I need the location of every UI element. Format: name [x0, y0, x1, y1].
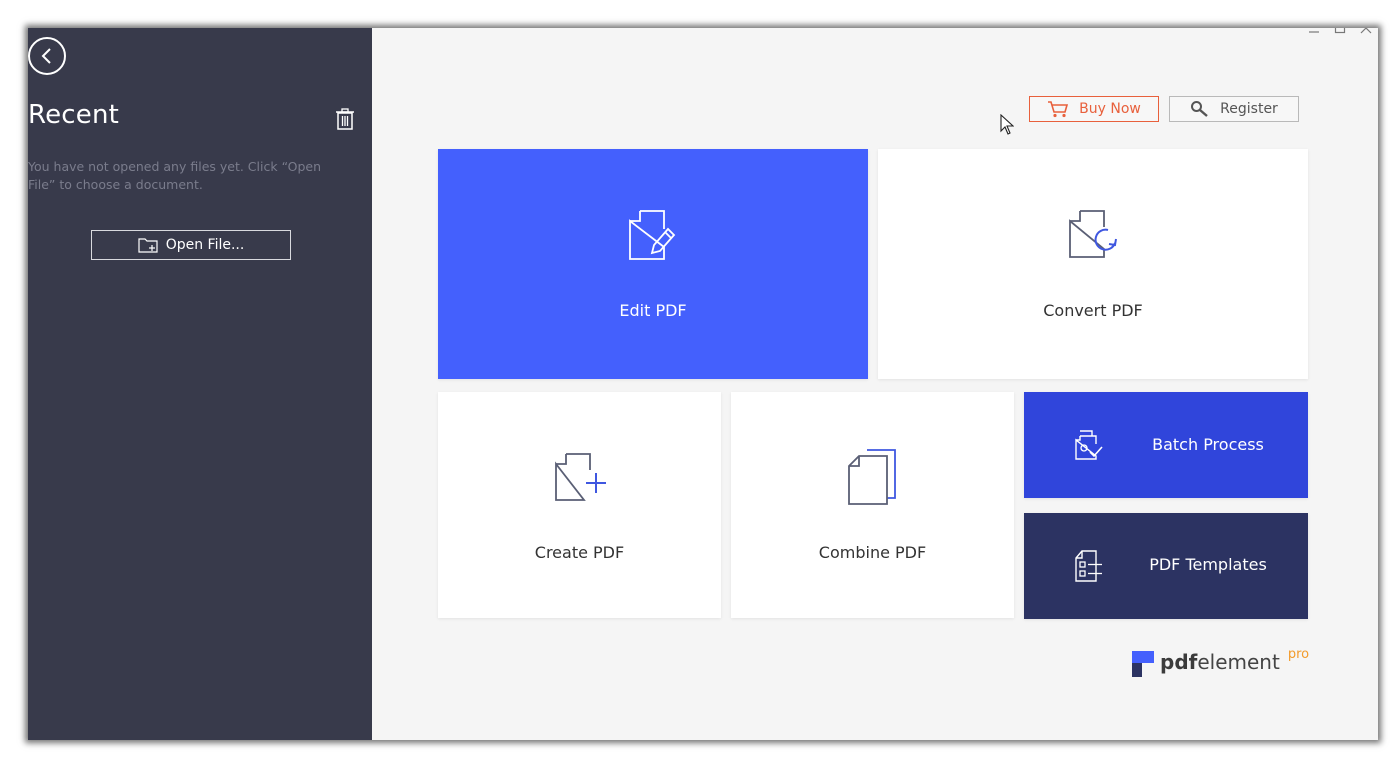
batch-process-tile[interactable]: Batch Process	[1024, 392, 1308, 498]
app-window: Recent You have not opened any files yet…	[28, 28, 1378, 740]
pdf-templates-tile[interactable]: PDF Templates	[1024, 513, 1308, 619]
combine-pdf-label: Combine PDF	[818, 543, 927, 562]
register-button[interactable]: Register	[1169, 96, 1299, 122]
edit-pdf-tile[interactable]: Edit PDF	[438, 149, 868, 379]
logo-bold: pdf	[1160, 650, 1198, 674]
create-document-icon	[555, 453, 606, 501]
logo-pro-badge: pro	[1287, 647, 1310, 662]
edit-pdf-label: Edit PDF	[619, 301, 687, 320]
logo-wordmark: pdfelement	[1160, 648, 1280, 676]
back-button[interactable]	[28, 37, 66, 75]
edit-document-icon	[629, 210, 676, 260]
create-pdf-tile[interactable]: Create PDF	[438, 392, 721, 618]
combine-documents-icon	[848, 449, 896, 505]
maximize-icon[interactable]	[1334, 28, 1346, 34]
chevron-left-icon	[41, 48, 51, 64]
buy-now-button[interactable]: Buy Now	[1029, 96, 1159, 122]
pdfelement-logo-mark	[1132, 651, 1154, 677]
folder-plus-icon	[138, 238, 158, 253]
trash-icon[interactable]	[335, 108, 355, 130]
pdf-templates-label: PDF Templates	[1149, 555, 1267, 574]
batch-process-label: Batch Process	[1152, 435, 1264, 454]
logo-regular: element	[1197, 650, 1280, 674]
mouse-cursor-icon	[1000, 114, 1014, 135]
window-controls	[1308, 28, 1372, 34]
minimize-icon[interactable]	[1308, 28, 1320, 34]
register-label: Register	[1220, 101, 1278, 117]
convert-pdf-tile[interactable]: Convert PDF	[878, 149, 1308, 379]
close-icon[interactable]	[1360, 28, 1372, 34]
templates-icon	[1075, 550, 1102, 582]
pdfelement-logo: pdfelement pro	[1132, 648, 1309, 677]
key-icon	[1191, 101, 1208, 117]
convert-document-icon	[1069, 210, 1117, 258]
cart-icon	[1048, 101, 1069, 118]
open-file-label: Open File...	[165, 237, 245, 253]
open-file-button[interactable]: Open File...	[91, 230, 291, 260]
sidebar-title: Recent	[28, 100, 120, 130]
batch-process-icon	[1075, 430, 1103, 460]
buy-now-label: Buy Now	[1079, 101, 1141, 117]
create-pdf-label: Create PDF	[534, 543, 625, 562]
convert-pdf-label: Convert PDF	[1043, 301, 1143, 320]
recent-sidebar: Recent You have not opened any files yet…	[28, 28, 372, 740]
combine-pdf-tile[interactable]: Combine PDF	[731, 392, 1014, 618]
empty-recent-message: You have not opened any files yet. Click…	[28, 159, 321, 192]
